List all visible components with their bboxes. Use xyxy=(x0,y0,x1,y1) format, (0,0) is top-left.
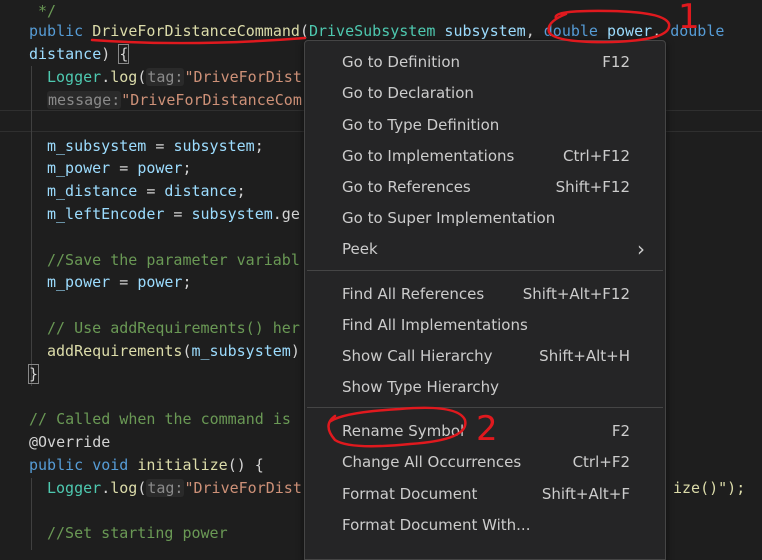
code-line-21: public void initialize() { xyxy=(29,456,264,474)
menu-item-peek[interactable]: Peek › xyxy=(305,235,665,263)
menu-item-format-document-with[interactable]: Format Document With... xyxy=(305,511,665,539)
code-line-4: Logger.log(tag:"DriveForDist xyxy=(47,68,302,86)
menu-item-show-type-hierarchy[interactable]: Show Type Hierarchy xyxy=(305,373,665,401)
code-line-1: */ xyxy=(29,2,57,20)
code-line-13: m_power = power; xyxy=(47,273,192,291)
method-name: DriveForDistanceCommand xyxy=(92,22,300,40)
menu-item-show-call-hierarchy[interactable]: Show Call Hierarchy Shift+Alt+H xyxy=(305,342,665,370)
code-line-9: m_distance = distance; xyxy=(47,182,246,200)
code-line-7: m_subsystem = subsystem; xyxy=(47,137,264,155)
code-line-24: //Set starting power xyxy=(47,524,228,542)
annotation-number-2: 2 xyxy=(476,409,498,449)
code-line-16: addRequirements(m_subsystem) xyxy=(47,342,300,360)
menu-item-go-to-type-definition[interactable]: Go to Type Definition xyxy=(305,111,665,139)
code-line-2: public DriveForDistanceCommand(DriveSubs… xyxy=(29,22,725,40)
code-line-22-tail: ize()"); xyxy=(673,479,746,497)
annotation-number-1: 1 xyxy=(678,0,700,37)
power-parameter: power xyxy=(597,22,653,40)
menu-item-find-all-references[interactable]: Find All References Shift+Alt+F12 xyxy=(305,280,665,308)
code-line-3: distance) { xyxy=(29,44,130,64)
context-menu: Go to Definition F12 Go to Declaration Go… xyxy=(304,40,666,560)
menu-separator xyxy=(307,407,663,408)
menu-item-change-all-occurrences[interactable]: Change All Occurrences Ctrl+F2 xyxy=(305,448,665,476)
menu-separator xyxy=(307,270,663,271)
menu-item-format-document[interactable]: Format Document Shift+Alt+F xyxy=(305,480,665,508)
menu-item-go-to-super-implementation[interactable]: Go to Super Implementation xyxy=(305,204,665,232)
code-line-20: @Override xyxy=(29,433,111,451)
menu-item-go-to-definition[interactable]: Go to Definition F12 xyxy=(305,48,665,76)
code-line-17: } xyxy=(27,364,40,384)
code-line-22: Logger.log(tag:"DriveForDist xyxy=(47,479,302,497)
menu-item-go-to-references[interactable]: Go to References Shift+F12 xyxy=(305,173,665,201)
chevron-right-icon: › xyxy=(637,237,645,261)
indent-guide xyxy=(31,66,32,386)
menu-item-go-to-declaration[interactable]: Go to Declaration xyxy=(305,79,665,107)
code-line-12: //Save the parameter variabl xyxy=(47,251,300,269)
code-line-19: // Called when the command is xyxy=(29,410,291,428)
menu-item-find-all-implementations[interactable]: Find All Implementations xyxy=(305,311,665,339)
code-line-8: m_power = power; xyxy=(47,159,192,177)
code-line-15: // Use addRequirements() her xyxy=(47,319,300,337)
indent-guide xyxy=(31,478,32,550)
code-line-10: m_leftEncoder = subsystem.ge xyxy=(47,205,300,223)
code-line-5: message:"DriveForDistanceCom xyxy=(47,91,302,109)
menu-item-go-to-implementations[interactable]: Go to Implementations Ctrl+F12 xyxy=(305,142,665,170)
